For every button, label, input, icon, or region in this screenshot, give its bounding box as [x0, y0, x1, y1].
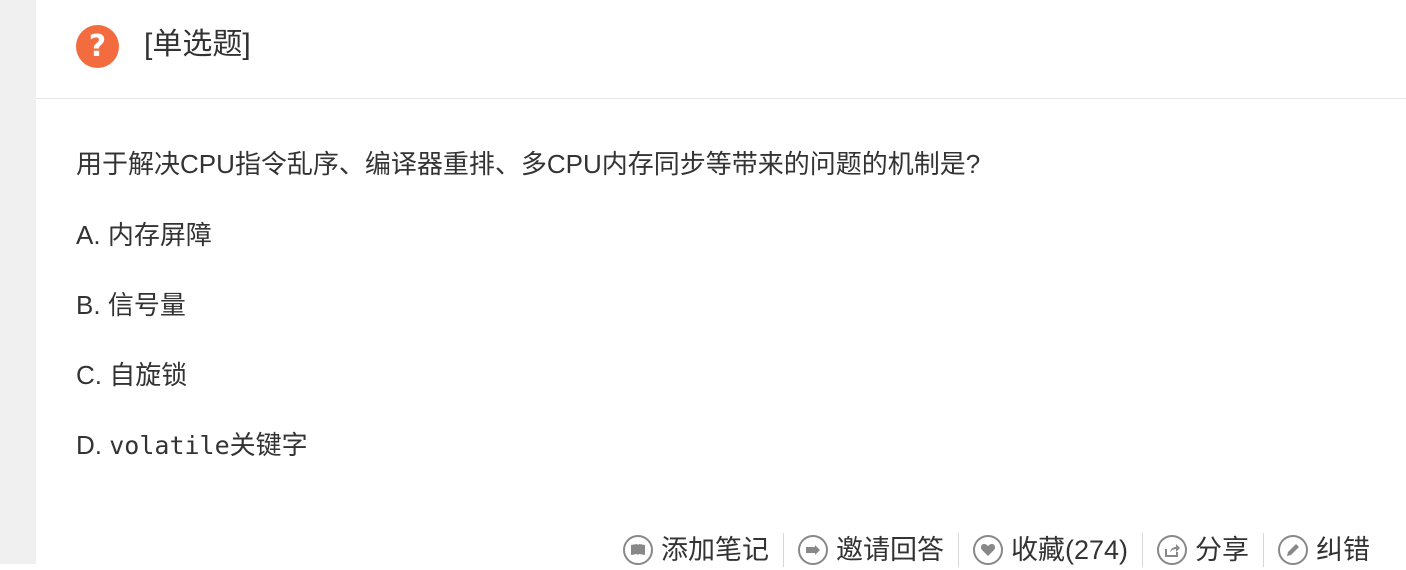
option-c[interactable]: C. 自旋锁: [76, 358, 187, 392]
share-icon: [1157, 535, 1187, 565]
invite-answer-label: 邀请回答: [835, 535, 944, 565]
option-text: 自旋锁: [109, 360, 188, 390]
report-error-button[interactable]: 纠错: [1263, 533, 1370, 567]
pencil-icon: [1278, 535, 1308, 565]
favorite-label: 收藏(274): [1010, 535, 1128, 565]
option-text: 关键字: [229, 430, 308, 460]
option-text: 信号量: [107, 290, 186, 320]
question-mark-icon: ?: [76, 25, 119, 68]
question-type-label: [单选题]: [144, 28, 251, 61]
option-d[interactable]: D. volatile关键字: [76, 428, 308, 463]
favorite-button[interactable]: 收藏(274): [957, 533, 1142, 567]
share-label: 分享: [1195, 535, 1249, 565]
report-error-label: 纠错: [1316, 535, 1370, 565]
add-note-label: 添加笔记: [660, 535, 769, 565]
option-letter: C.: [76, 360, 102, 390]
option-code: volatile: [109, 431, 230, 460]
question-stem: 用于解决CPU指令乱序、编译器重排、多CPU内存同步等带来的问题的机制是?: [76, 149, 981, 179]
option-b[interactable]: B. 信号量: [76, 288, 186, 322]
option-letter: D.: [76, 430, 102, 460]
option-text: 内存屏障: [107, 220, 212, 250]
option-letter: B.: [76, 290, 101, 320]
book-icon: [622, 535, 653, 565]
heart-icon: [972, 535, 1003, 565]
action-bar: 添加笔记 邀请回答 收藏(274) 分享 纠错: [609, 530, 1370, 570]
add-note-button[interactable]: 添加笔记: [609, 533, 783, 567]
share-button[interactable]: 分享: [1142, 533, 1263, 567]
option-letter: A.: [76, 220, 101, 250]
invite-answer-button[interactable]: 邀请回答: [782, 533, 958, 567]
invite-icon: [797, 535, 828, 565]
left-gutter: [0, 0, 36, 564]
question-card: ? [单选题] 用于解决CPU指令乱序、编译器重排、多CPU内存同步等带来的问题…: [36, 0, 1406, 567]
option-a[interactable]: A. 内存屏障: [76, 218, 212, 252]
question-header: ? [单选题]: [36, 0, 1406, 99]
